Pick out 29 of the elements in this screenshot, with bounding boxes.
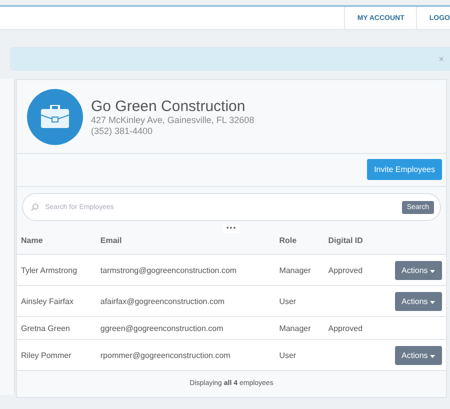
table-cell: ggreen@gogreenconstruction.com	[96, 316, 276, 340]
table-cell: Gretna Green	[17, 316, 96, 340]
column-header: Name	[17, 233, 96, 254]
table-cell: afairfax@gogreenconstruction.com	[96, 286, 276, 316]
table-cell: Riley Pommer	[17, 340, 96, 370]
table-cell: Approved	[324, 254, 378, 286]
search-icon	[31, 203, 39, 211]
table-cell: Approved	[324, 316, 378, 340]
caret-icon	[430, 300, 435, 304]
table-cell: Tyler Armstrong	[17, 254, 96, 286]
invite-button[interactable]: Invite Employees	[367, 159, 442, 180]
actions-button[interactable]: Actions	[394, 260, 442, 280]
column-header: Digital ID	[324, 233, 378, 254]
actions-button[interactable]: Actions	[394, 346, 442, 364]
caret-icon	[430, 354, 435, 358]
column-header: Role	[275, 233, 324, 254]
company-phone: (352) 381-4400	[91, 126, 154, 136]
table-cell: tarmstrong@gogreenconstruction.com	[96, 254, 276, 286]
table-cell: rpommer@gogreenconstruction.com	[96, 340, 276, 370]
table-cell: User	[275, 286, 324, 316]
company-address: 427 McKinley Ave, Gainesville, FL 32608	[91, 114, 254, 126]
caret-icon	[430, 270, 435, 272]
company-name: Go Green Construction	[91, 98, 246, 114]
table-cell: User	[275, 340, 324, 370]
table-cell: Ainsley Fairfax	[17, 286, 96, 316]
actions-button[interactable]: Actions	[394, 292, 442, 310]
column-header: Email	[96, 233, 276, 254]
table-cell: Manager	[275, 316, 324, 340]
table-cell: Manager	[275, 254, 324, 286]
